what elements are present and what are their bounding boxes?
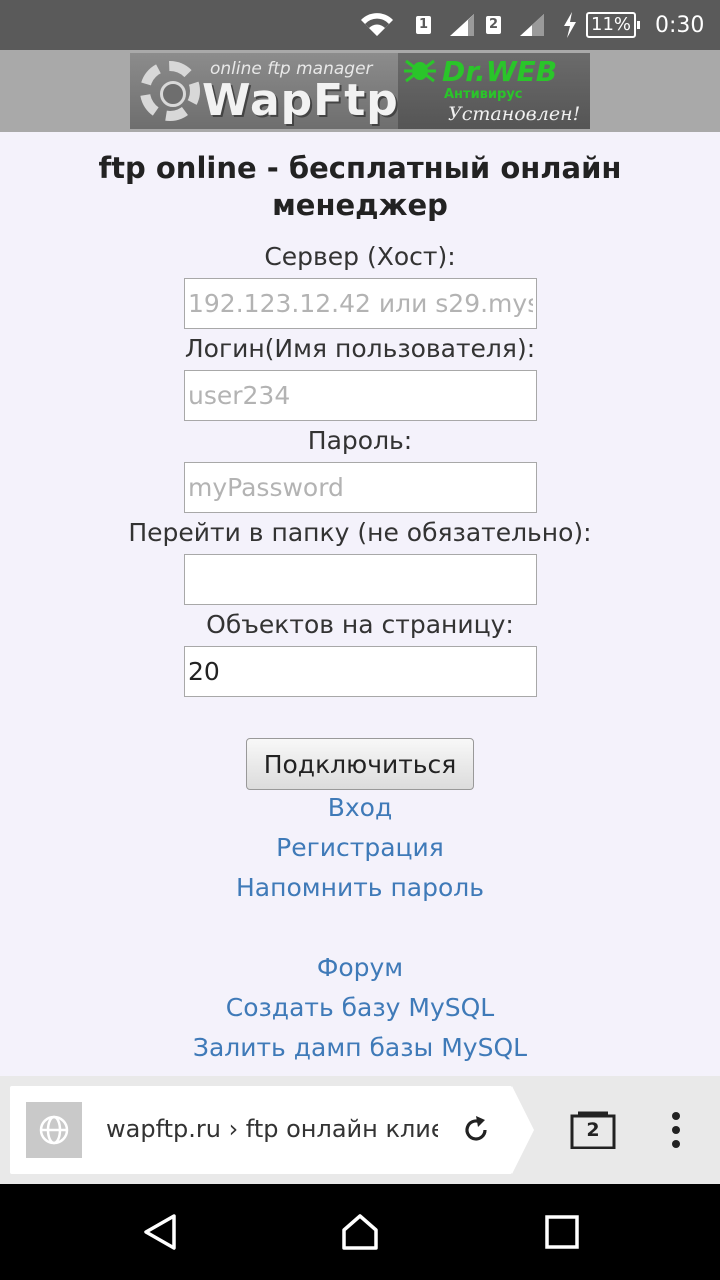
per-page-label: Объектов на страницу:: [206, 610, 514, 639]
sim2-badge: 2: [486, 16, 502, 34]
page-content: ftp online - бесплатный онлайн менеджер …: [0, 132, 720, 1076]
register-link[interactable]: Регистрация: [0, 833, 720, 863]
drweb-badge: Dr.WEB Антивирус Установлен!: [398, 53, 590, 129]
gear-logo-icon: [140, 61, 200, 121]
battery-icon: 11%: [586, 12, 641, 38]
folder-input[interactable]: [184, 554, 537, 605]
browser-toolbar: wapftp.ru › ftp онлайн клиент 2: [0, 1076, 720, 1184]
folder-label: Перейти в папку (не обязательно):: [128, 518, 592, 547]
drweb-antivirus-label: Антивирус: [444, 87, 523, 102]
site-info-button[interactable]: [26, 1102, 82, 1158]
login-link[interactable]: Вход: [0, 793, 720, 823]
sim1-badge: 1: [416, 16, 432, 34]
signal2-icon: [518, 0, 546, 50]
remind-password-link[interactable]: Напомнить пароль: [0, 873, 720, 903]
recents-icon[interactable]: [542, 1212, 582, 1252]
home-icon[interactable]: [340, 1212, 380, 1252]
login-input[interactable]: [184, 370, 537, 421]
overflow-menu-icon[interactable]: [664, 1106, 688, 1154]
charging-icon: [562, 0, 578, 50]
reload-icon[interactable]: [458, 1112, 494, 1148]
banner-area: online ftp manager WapFtp.Ru Dr.WEB Анти…: [0, 50, 720, 132]
back-icon[interactable]: [140, 1212, 180, 1252]
connect-button[interactable]: Подключиться: [246, 738, 474, 790]
sim2-indicator: 2: [486, 0, 502, 50]
tab-count: 2: [586, 1119, 600, 1141]
per-page-input[interactable]: [184, 646, 537, 697]
password-input[interactable]: [184, 462, 537, 513]
status-bar: 1 2 11% 0:30: [0, 0, 720, 50]
spider-icon: [404, 59, 436, 83]
battery-indicator: 11%: [586, 0, 641, 50]
create-mysql-link[interactable]: Создать базу MySQL: [0, 993, 720, 1023]
drweb-status: Установлен!: [448, 103, 581, 125]
address-bar[interactable]: wapftp.ru › ftp онлайн клиент: [10, 1086, 534, 1174]
password-label: Пароль:: [307, 426, 413, 455]
server-input[interactable]: [184, 278, 537, 329]
clock: 0:30: [655, 12, 705, 38]
sim1-indicator: 1: [416, 0, 432, 50]
drweb-brand: Dr.WEB: [442, 55, 558, 88]
server-label: Сервер (Хост):: [264, 242, 456, 271]
wapftp-banner[interactable]: online ftp manager WapFtp.Ru Dr.WEB Анти…: [130, 53, 590, 129]
login-label: Логин(Имя пользователя):: [184, 334, 536, 363]
forum-link[interactable]: Форум: [0, 953, 720, 983]
page-title: ftp online - бесплатный онлайн менеджер: [98, 151, 622, 222]
system-nav-bar: [0, 1184, 720, 1280]
url-text[interactable]: wapftp.ru › ftp онлайн клиент: [106, 1115, 438, 1147]
globe-icon: [39, 1115, 69, 1145]
signal1-icon: [448, 0, 476, 50]
upload-mysql-dump-link[interactable]: Залить дамп базы MySQL: [0, 1033, 720, 1063]
wifi-icon: [360, 0, 394, 50]
